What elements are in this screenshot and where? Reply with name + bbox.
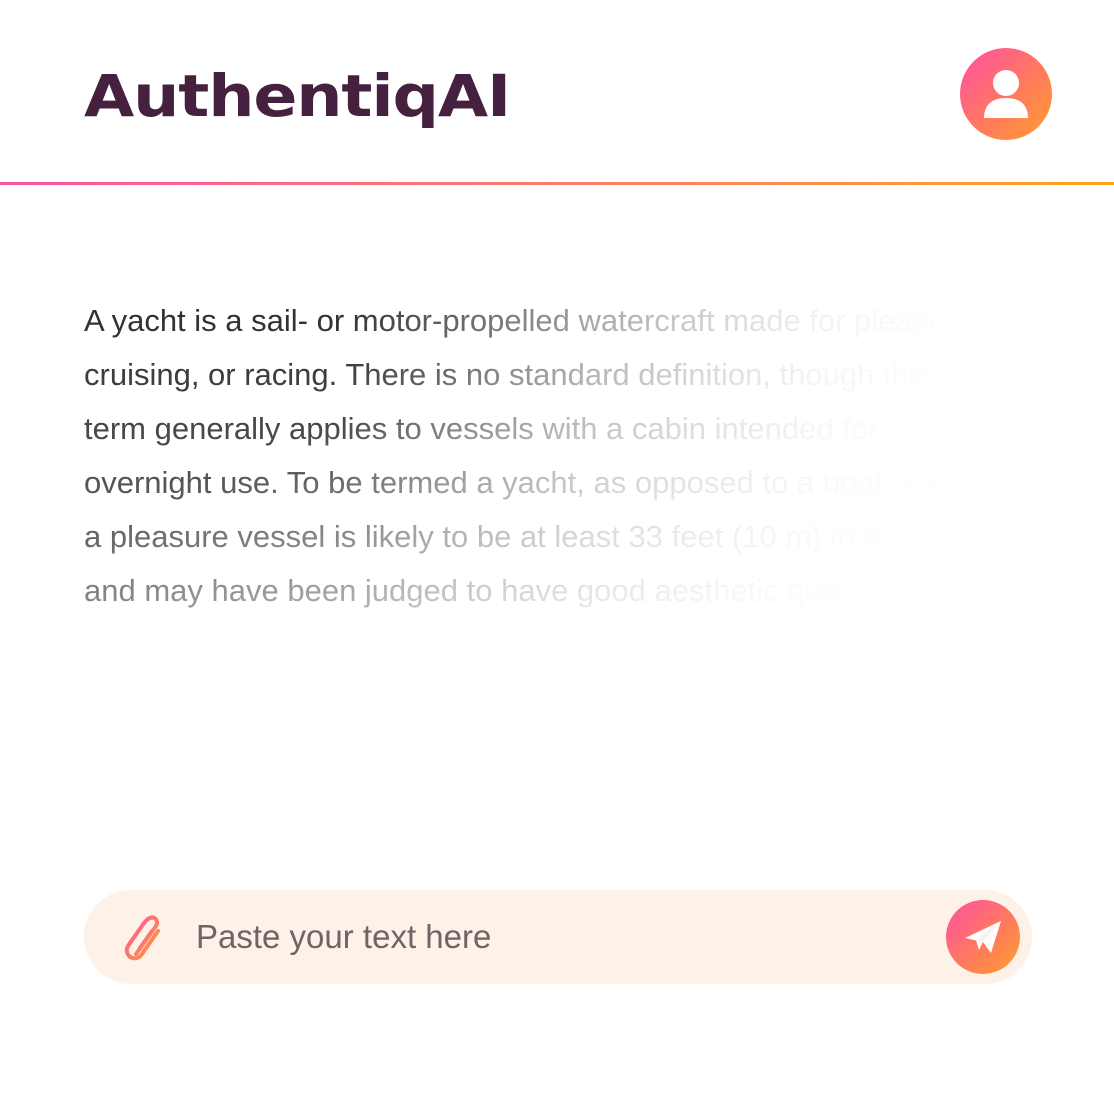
paper-plane-icon	[965, 921, 1001, 953]
header-divider	[0, 182, 1114, 185]
app-header: AuthentiqAI	[0, 0, 1114, 183]
text-input[interactable]	[196, 912, 926, 962]
send-button[interactable]	[946, 900, 1020, 974]
paperclip-icon[interactable]	[120, 910, 170, 966]
article-text: A yacht is a sail- or motor-propelled wa…	[84, 303, 982, 608]
brand-logo-text: AuthentiqAI	[84, 62, 511, 130]
text-composer	[84, 890, 1032, 984]
user-icon	[984, 70, 1028, 118]
brand-logo[interactable]: AuthentiqAI	[84, 60, 511, 132]
profile-avatar-button[interactable]	[960, 48, 1052, 140]
